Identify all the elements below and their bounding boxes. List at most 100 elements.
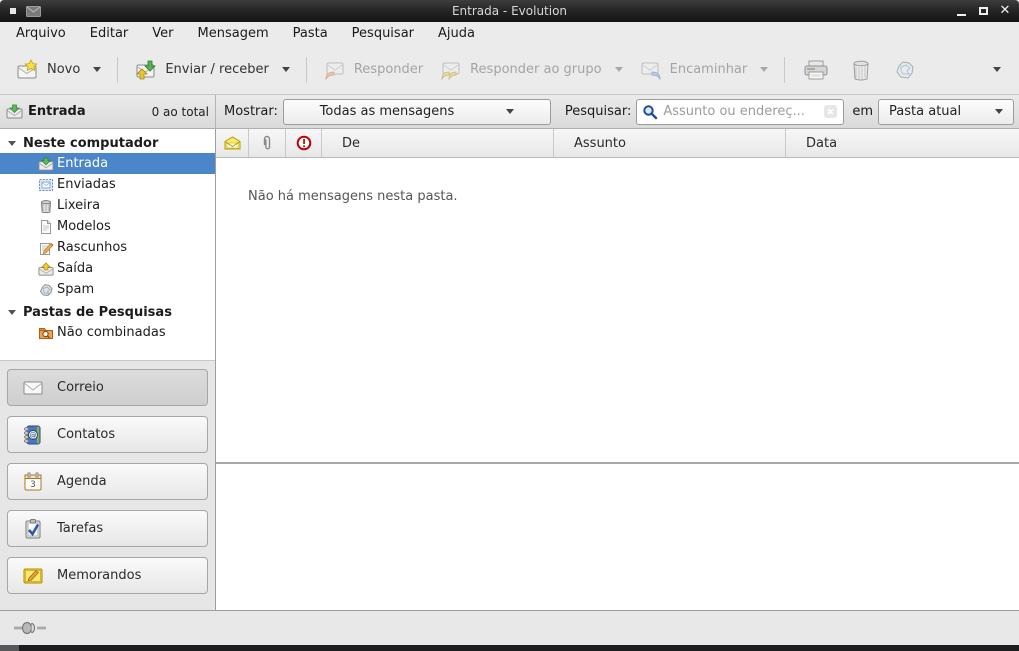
search-folder-icon (38, 325, 54, 341)
templates-icon (38, 219, 54, 235)
folder-item-modelos[interactable]: Modelos (0, 216, 215, 237)
menu-mensagem[interactable]: Mensagem (186, 24, 281, 43)
junk-paper-icon (893, 58, 917, 82)
message-list[interactable]: Não há mensagens nesta pasta. (216, 158, 1019, 462)
inbox-icon (6, 104, 23, 119)
close-button[interactable]: ✕ (999, 4, 1011, 18)
trash-icon (849, 58, 873, 82)
expander-icon[interactable] (8, 141, 16, 146)
new-dropdown-icon[interactable] (93, 67, 101, 72)
send-receive-label: Enviar / receber (165, 62, 269, 77)
calendar-icon: 3 (22, 471, 44, 493)
empty-folder-message: Não há mensagens nesta pasta. (248, 189, 458, 204)
svg-text:3: 3 (30, 480, 36, 490)
evolution-window: Entrada - Evolution ✕ Arquivo Editar Ver… (0, 0, 1019, 651)
folder-item-lixeira[interactable]: Lixeira (0, 195, 215, 216)
message-pane: De Assunto Data Não há mensagens nesta p… (216, 129, 1019, 610)
junk-icon (38, 282, 54, 298)
send-receive-icon (134, 58, 158, 82)
search-box (636, 99, 844, 125)
column-read-status[interactable] (216, 129, 249, 157)
folder-item-nao-combinadas[interactable]: Não combinadas (0, 322, 215, 343)
message-filter-dropdown[interactable]: Todas as mensagens (283, 99, 551, 125)
drafts-icon (38, 240, 54, 256)
folder-item-rascunhos[interactable]: Rascunhos (0, 237, 215, 258)
forward-label: Encaminhar (670, 62, 748, 77)
message-count: 0 ao total (152, 105, 209, 119)
search-scope-dropdown[interactable]: Pasta atual (878, 99, 1014, 125)
menu-pesquisar[interactable]: Pesquisar (340, 24, 426, 43)
overflow-arrow-icon (993, 67, 1001, 72)
search-icon[interactable] (642, 104, 658, 120)
toolbar: Novo Enviar / receber Responder Responde… (0, 45, 1019, 95)
priority-icon (296, 135, 312, 151)
reply-label: Responder (354, 62, 423, 77)
switcher-correio-button[interactable]: Correio (7, 369, 208, 406)
scope-value: Pasta atual (889, 104, 961, 119)
folder-item-saida[interactable]: Saída (0, 258, 215, 279)
reply-button[interactable]: Responder (315, 52, 431, 88)
search-input[interactable] (663, 104, 823, 119)
expander-icon[interactable] (8, 310, 16, 315)
menu-ver[interactable]: Ver (140, 24, 185, 43)
preview-pane[interactable] (216, 464, 1019, 610)
toolbar-separator (117, 57, 118, 83)
new-button[interactable]: Novo (8, 52, 109, 88)
reply-group-icon (439, 58, 463, 82)
column-attachment[interactable] (249, 129, 286, 157)
switcher-agenda-button[interactable]: 3 Agenda (7, 463, 208, 500)
svg-text:@: @ (30, 431, 37, 439)
menu-editar[interactable]: Editar (78, 24, 141, 43)
clear-search-icon[interactable] (823, 104, 838, 119)
search-label: Pesquisar: (565, 104, 632, 119)
search-group-row[interactable]: Pastas de Pesquisas (0, 302, 215, 322)
online-status-icon[interactable] (13, 620, 47, 636)
delete-button[interactable] (839, 52, 883, 88)
switcher-memorandos-button[interactable]: Memorandos (7, 557, 208, 594)
folder-item-spam[interactable]: Spam (0, 279, 215, 300)
menu-pasta[interactable]: Pasta (281, 24, 340, 43)
filter-value: Todas as mensagens (320, 104, 455, 119)
send-receive-button[interactable]: Enviar / receber (126, 52, 298, 88)
tasks-icon (22, 518, 44, 540)
forward-dropdown-icon[interactable] (760, 67, 768, 72)
account-group-row[interactable]: Neste computador (0, 133, 215, 153)
folder-item-enviadas[interactable]: Enviadas (0, 174, 215, 195)
forward-button[interactable]: Encaminhar (631, 52, 777, 88)
paperclip-icon (261, 135, 273, 151)
switcher-contatos-button[interactable]: @ Contatos (7, 416, 208, 453)
folder-item-entrada[interactable]: Entrada (0, 153, 215, 174)
view-switcher: Correio @ Contatos 3 Agenda (0, 360, 215, 610)
column-subject[interactable]: Assunto (554, 129, 786, 157)
message-list-header: De Assunto Data (216, 129, 1019, 158)
window-title: Entrada - Evolution (0, 4, 1019, 18)
print-button[interactable] (793, 52, 839, 88)
toolbar-separator (306, 57, 307, 83)
junk-button[interactable] (883, 52, 927, 88)
reply-group-dropdown-icon[interactable] (615, 67, 623, 72)
reply-group-button[interactable]: Responder ao grupo (431, 52, 631, 88)
column-date[interactable]: Data (786, 129, 1019, 157)
sent-icon (38, 177, 54, 193)
inbox-icon (38, 156, 54, 172)
titlebar[interactable]: Entrada - Evolution ✕ (0, 0, 1019, 22)
minimize-button[interactable] (955, 4, 967, 18)
menu-arquivo[interactable]: Arquivo (4, 24, 78, 43)
contacts-icon: @ (22, 424, 44, 446)
menubar: Arquivo Editar Ver Mensagem Pasta Pesqui… (0, 22, 1019, 45)
column-priority[interactable] (286, 129, 322, 157)
toolbar-overflow-button[interactable] (983, 61, 1011, 78)
reply-group-label: Responder ao grupo (470, 62, 602, 77)
menu-ajuda[interactable]: Ajuda (426, 24, 487, 43)
show-label: Mostrar: (224, 104, 278, 119)
send-receive-dropdown-icon[interactable] (282, 67, 290, 72)
printer-icon (803, 58, 829, 82)
column-from[interactable]: De (322, 129, 554, 157)
switcher-tarefas-button[interactable]: Tarefas (7, 510, 208, 547)
trash-icon (38, 198, 54, 214)
scope-dropdown-arrow-icon (995, 109, 1003, 114)
folderbar: Entrada 0 ao total Mostrar: Todas as men… (0, 95, 1019, 129)
maximize-button[interactable] (977, 4, 989, 18)
new-mail-icon (16, 58, 40, 82)
current-folder-name: Entrada (28, 104, 86, 119)
